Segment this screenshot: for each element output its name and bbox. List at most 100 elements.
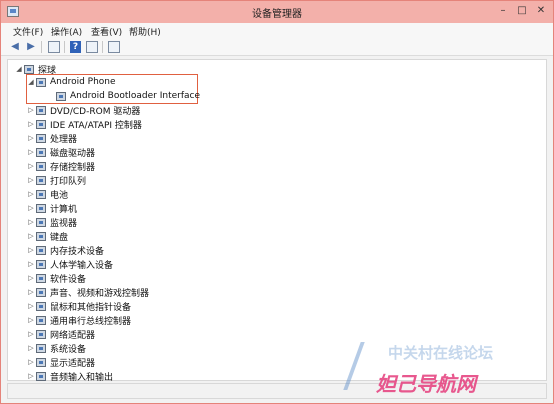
tree-item-label: 计算机 [50, 204, 78, 215]
tree-item-label: 磁盘驱动器 [50, 148, 96, 159]
forward-icon[interactable]: ▶ [25, 41, 37, 53]
device-icon [56, 91, 66, 101]
usb-icon [36, 315, 46, 325]
expand-icon[interactable]: ▷ [26, 302, 36, 310]
tree-item[interactable]: ▷ 打印队列 [26, 173, 86, 187]
dvd-drive-icon [36, 105, 46, 115]
expand-icon[interactable]: ▷ [26, 204, 36, 212]
memory-device-icon [36, 245, 46, 255]
tree-item-label: 系统设备 [50, 344, 87, 355]
expand-icon[interactable]: ▷ [26, 148, 36, 156]
expand-icon[interactable]: ▷ [26, 316, 36, 324]
computer-icon [24, 64, 34, 74]
tree-item[interactable]: ▷ 显示适配器 [26, 355, 95, 369]
expand-icon[interactable]: ▷ [26, 106, 36, 114]
storage-controller-icon [36, 161, 46, 171]
menu-action[interactable]: 操作(A) [51, 25, 82, 38]
tree-item-label: 处理器 [50, 134, 78, 145]
keyboard-icon [36, 231, 46, 241]
tree-item-label: 内存技术设备 [50, 246, 105, 257]
expand-icon[interactable]: ▷ [26, 218, 36, 226]
scan-icon[interactable] [108, 41, 120, 53]
close-button[interactable]: ✕ [534, 4, 548, 18]
expand-icon[interactable]: ▷ [26, 358, 36, 366]
tree-item-label: 人体学输入设备 [50, 260, 114, 271]
expand-icon[interactable]: ▷ [26, 190, 36, 198]
tree-item[interactable]: ▷ 存储控制器 [26, 159, 95, 173]
console-icon[interactable] [86, 41, 98, 53]
expand-icon[interactable]: ▷ [26, 372, 36, 380]
tree-item-label: Android Bootloader Interface [70, 91, 200, 101]
tree-item-label: IDE ATA/ATAPI 控制器 [50, 120, 142, 131]
toolbar-separator [64, 41, 65, 53]
minimize-button[interactable]: – [496, 4, 510, 18]
tree-item[interactable]: ▷ DVD/CD-ROM 驱动器 [26, 103, 140, 117]
processor-icon [36, 133, 46, 143]
monitor-icon [36, 217, 46, 227]
tree-item[interactable]: ▷ 磁盘驱动器 [26, 145, 95, 159]
menu-file[interactable]: 文件(F) [13, 25, 43, 38]
phone-icon [36, 77, 46, 87]
expand-icon[interactable]: ▷ [26, 176, 36, 184]
tree-item[interactable]: ▷ 键盘 [26, 229, 68, 243]
collapse-icon[interactable]: ◢ [14, 65, 24, 73]
expand-icon[interactable]: ▷ [26, 134, 36, 142]
tree-item[interactable]: ▷ 监视器 [26, 215, 77, 229]
help-icon[interactable]: ? [70, 41, 81, 53]
tree-item[interactable]: ▷ IDE ATA/ATAPI 控制器 [26, 117, 142, 131]
tree-item-label: 通用串行总线控制器 [50, 316, 132, 327]
mouse-icon [36, 301, 46, 311]
tree-item[interactable]: ▷ 内存技术设备 [26, 243, 104, 257]
tree-item[interactable]: ▷ 软件设备 [26, 271, 86, 285]
tree-item[interactable]: ▷ 系统设备 [26, 341, 86, 355]
watermark-bottom-text: 妲己导航网 [376, 372, 476, 396]
expand-icon[interactable]: ▷ [26, 288, 36, 296]
back-icon[interactable]: ◀ [9, 41, 21, 53]
device-tree[interactable]: ◢ 探球 ◢ Android Phone Android Bootloader … [7, 59, 547, 383]
toolbar-separator [41, 41, 42, 53]
tree-item[interactable]: ▷ 鼠标和其他指针设备 [26, 299, 131, 313]
expand-icon[interactable]: ▷ [26, 260, 36, 268]
properties-icon[interactable] [48, 41, 60, 53]
menu-help[interactable]: 帮助(H) [129, 25, 161, 38]
system-device-icon [36, 343, 46, 353]
display-adapter-icon [36, 357, 46, 367]
tree-item-label: 监视器 [50, 218, 78, 229]
expand-icon[interactable]: ▷ [26, 246, 36, 254]
network-adapter-icon [36, 329, 46, 339]
tree-item[interactable]: ▷ 计算机 [26, 201, 77, 215]
expand-icon[interactable]: ▷ [26, 274, 36, 282]
tree-item[interactable]: ▷ 通用串行总线控制器 [26, 313, 131, 327]
tree-item-bootloader[interactable]: Android Bootloader Interface [46, 89, 200, 103]
tree-item-label: 网络适配器 [50, 330, 96, 341]
computer-icon [36, 203, 46, 213]
menu-view[interactable]: 查看(V) [91, 25, 122, 38]
expand-icon[interactable]: ▷ [26, 344, 36, 352]
tree-item[interactable]: ▷ 人体学输入设备 [26, 257, 113, 271]
tree-item[interactable]: ▷ 音频输入和输出 [26, 369, 113, 383]
tree-item-label: 电池 [50, 190, 69, 201]
collapse-icon[interactable]: ◢ [26, 78, 36, 86]
tree-item[interactable]: ▷ 网络适配器 [26, 327, 95, 341]
tree-item-label: 鼠标和其他指针设备 [50, 302, 132, 313]
tree-item-label: 打印队列 [50, 176, 87, 187]
watermark-top-text: 中关村在线论坛 [388, 344, 494, 362]
tree-item-label: 声音、视频和游戏控制器 [50, 288, 150, 299]
expand-icon[interactable]: ▷ [26, 162, 36, 170]
expand-icon[interactable]: ▷ [26, 232, 36, 240]
expand-icon[interactable]: ▷ [26, 120, 36, 128]
tree-item-label: 显示适配器 [50, 358, 96, 369]
tree-item-label: 音频输入和输出 [50, 372, 114, 383]
audio-io-icon [36, 371, 46, 381]
tree-item[interactable]: ▷ 电池 [26, 187, 68, 201]
maximize-button[interactable]: □ [515, 4, 529, 18]
tree-item-label: 键盘 [50, 232, 69, 243]
tree-item[interactable]: ▷ 处理器 [26, 131, 77, 145]
expand-icon[interactable]: ▷ [26, 330, 36, 338]
toolbar-separator [102, 41, 103, 53]
tree-item-android-phone[interactable]: ◢ Android Phone [26, 75, 115, 89]
software-device-icon [36, 273, 46, 283]
toolbar: ◀ ▶ ? [1, 38, 553, 56]
tree-item[interactable]: ▷ 声音、视频和游戏控制器 [26, 285, 149, 299]
tree-item-label: 存储控制器 [50, 162, 96, 173]
